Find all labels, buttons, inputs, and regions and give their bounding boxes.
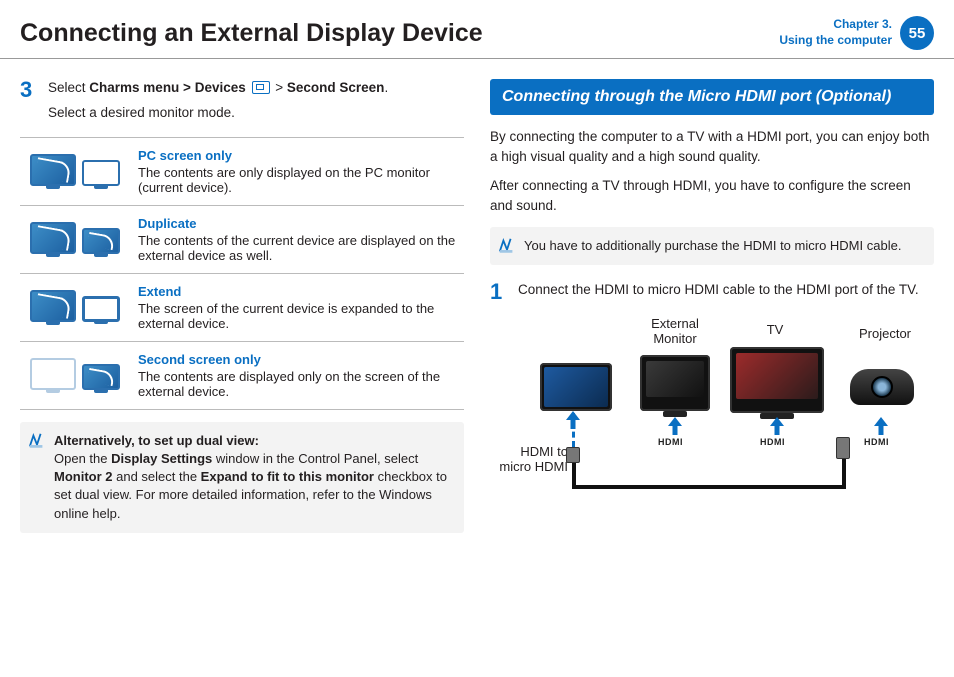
hdmi-label: HDMI: [658, 437, 683, 447]
mode-desc-cell: Extend The screen of the current device …: [130, 273, 464, 341]
left-column: 3 Select Charms menu > Devices > Second …: [20, 79, 464, 537]
label-tv: TV: [755, 323, 795, 338]
connection-diagram: ExternalMonitor TV Projector HDMI: [490, 317, 934, 537]
label-hdmi-cable: HDMI tomicro HDMI: [490, 445, 568, 475]
arrow-up-icon: [566, 411, 580, 429]
device-projector: [850, 369, 914, 405]
mode-desc: The screen of the current device is expa…: [138, 301, 434, 331]
step-3-line2: Select a desired monitor mode.: [48, 104, 464, 123]
step-1-number: 1: [490, 281, 508, 303]
mode-title: PC screen only: [138, 148, 456, 163]
dual-view-note: Alternatively, to set up dual view: Open…: [20, 422, 464, 533]
page-header: Connecting an External Display Device Ch…: [0, 0, 954, 59]
note-text: You have to additionally purchase the HD…: [524, 238, 901, 253]
note-icon: [498, 237, 516, 255]
hdmi-plug-icon: [836, 437, 850, 459]
monitor-secondary-icon: [82, 364, 120, 390]
arrow-up-icon: [668, 417, 682, 435]
devices-icon: [252, 81, 270, 94]
hdmi-label: HDMI: [760, 437, 785, 447]
mode-title: Extend: [138, 284, 456, 299]
mode-icon-duplicate: [20, 205, 130, 273]
monitor-modes-table: PC screen only The contents are only dis…: [20, 137, 464, 410]
mode-icon-second-only: [20, 341, 130, 409]
section-banner: Connecting through the Micro HDMI port (…: [490, 79, 934, 115]
arrow-up-icon: [770, 417, 784, 435]
device-external-monitor: [640, 355, 710, 411]
chapter-info: Chapter 3. Using the computer: [779, 17, 900, 48]
mode-title: Duplicate: [138, 216, 456, 231]
cable-segment: [572, 485, 844, 489]
step-3-body: Select Charms menu > Devices > Second Sc…: [48, 79, 464, 123]
hdmi-purchase-note: You have to additionally purchase the HD…: [490, 227, 934, 265]
micro-hdmi-plug-icon: [566, 447, 580, 463]
step-1-text: Connect the HDMI to micro HDMI cable to …: [518, 281, 934, 303]
monitor-secondary-icon: [82, 296, 120, 322]
paragraph-1: By connecting the computer to a TV with …: [490, 127, 934, 166]
chapter-line1: Chapter 3.: [779, 17, 892, 33]
table-row: Second screen only The contents are disp…: [20, 341, 464, 409]
monitor-primary-icon: [30, 154, 76, 186]
mode-desc-cell: PC screen only The contents are only dis…: [130, 137, 464, 205]
monitor-secondary-icon: [82, 228, 120, 254]
step-3: 3 Select Charms menu > Devices > Second …: [20, 79, 464, 123]
step-1: 1 Connect the HDMI to micro HDMI cable t…: [490, 281, 934, 303]
note-title: Alternatively, to set up dual view:: [54, 433, 259, 448]
page-title: Connecting an External Display Device: [20, 19, 779, 48]
mode-desc: The contents are only displayed on the P…: [138, 165, 430, 195]
mode-title: Second screen only: [138, 352, 456, 367]
cable-segment: [842, 457, 846, 489]
note-body: Open the Display Settings window in the …: [54, 451, 447, 521]
right-column: Connecting through the Micro HDMI port (…: [490, 79, 934, 537]
label-external-monitor: ExternalMonitor: [640, 317, 710, 347]
step-3-number: 3: [20, 79, 38, 123]
monitor-primary-icon: [30, 222, 76, 254]
label-projector: Projector: [850, 327, 920, 342]
mode-icon-pc-only: [20, 137, 130, 205]
mode-desc-cell: Second screen only The contents are disp…: [130, 341, 464, 409]
page-number-badge: 55: [900, 16, 934, 50]
table-row: Duplicate The contents of the current de…: [20, 205, 464, 273]
table-row: Extend The screen of the current device …: [20, 273, 464, 341]
note-icon: [28, 432, 46, 450]
mode-desc-cell: Duplicate The contents of the current de…: [130, 205, 464, 273]
monitor-primary-icon: [30, 290, 76, 322]
mode-desc: The contents are displayed only on the s…: [138, 369, 440, 399]
paragraph-2: After connecting a TV through HDMI, you …: [490, 176, 934, 215]
table-row: PC screen only The contents are only dis…: [20, 137, 464, 205]
mode-icon-extend: [20, 273, 130, 341]
arrow-up-icon: [874, 417, 888, 435]
device-tablet: [540, 363, 612, 411]
step-3-line1: Select Charms menu > Devices > Second Sc…: [48, 79, 464, 98]
mode-desc: The contents of the current device are d…: [138, 233, 455, 263]
chapter-line2: Using the computer: [779, 33, 892, 49]
hdmi-label: HDMI: [864, 437, 889, 447]
device-tv: [730, 347, 824, 413]
monitor-secondary-icon: [82, 160, 120, 186]
monitor-primary-icon: [30, 358, 76, 390]
